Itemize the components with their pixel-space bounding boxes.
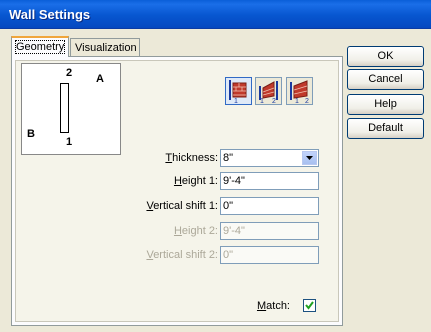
thickness-value: 8" [223,152,234,164]
tab-visualization[interactable]: Visualization [70,38,140,58]
svg-text:1: 1 [260,98,264,104]
svg-text:1: 1 [234,98,238,104]
ok-button[interactable]: OK [347,46,424,67]
help-button[interactable]: Help [347,94,424,115]
tab-visualization-label: Visualization [75,42,137,54]
match-label: Match: [256,300,290,312]
wall-type-1-button[interactable]: 1 [225,77,252,105]
svg-text:2: 2 [272,98,276,104]
tab-geometry[interactable]: Geometry [11,36,69,57]
wall-type-2-icon: 1 2 [290,80,309,105]
preview-label-2: 2 [66,67,73,79]
default-button[interactable]: Default [347,118,424,139]
svg-text:2: 2 [305,98,309,104]
wall-type-1-2-icon: 1 2 [259,81,278,105]
height1-input[interactable]: 9'-4" [220,172,319,190]
height2-input[interactable]: 9'-4" [220,222,319,240]
vshift1-input[interactable]: 0" [220,197,319,215]
thickness-label: Thickness: [165,152,218,164]
preview-label-1: 1 [66,136,73,148]
wall-shape [60,83,69,133]
vshift2-input[interactable]: 0" [220,246,319,264]
thickness-dropdown[interactable]: 8" [220,149,319,167]
tab-geometry-label: Geometry [14,40,66,54]
dropdown-arrow[interactable] [302,151,317,165]
window-title: Wall Settings [9,7,91,22]
chevron-down-icon [306,156,313,160]
height2-label: Height 2: [173,225,218,237]
wall-type-1-icon: 1 [229,80,247,105]
preview-label-a: A [96,73,104,85]
vshift1-label: Vertical shift 1: [146,200,218,212]
wall-type-1-2-button[interactable]: 1 2 [255,77,282,105]
title-bar[interactable]: Wall Settings [0,0,431,29]
cancel-button[interactable]: Cancel [347,69,424,90]
match-checkbox[interactable] [303,299,316,312]
preview-label-b: B [27,128,35,140]
vshift2-label: Vertical shift 2: [146,249,218,261]
height1-label: Height 1: [173,175,218,187]
wall-type-2-button[interactable]: 1 2 [286,77,313,105]
wall-preview: 2 A B 1 [21,63,121,155]
checkmark-icon [305,301,314,310]
svg-text:1: 1 [295,98,299,104]
